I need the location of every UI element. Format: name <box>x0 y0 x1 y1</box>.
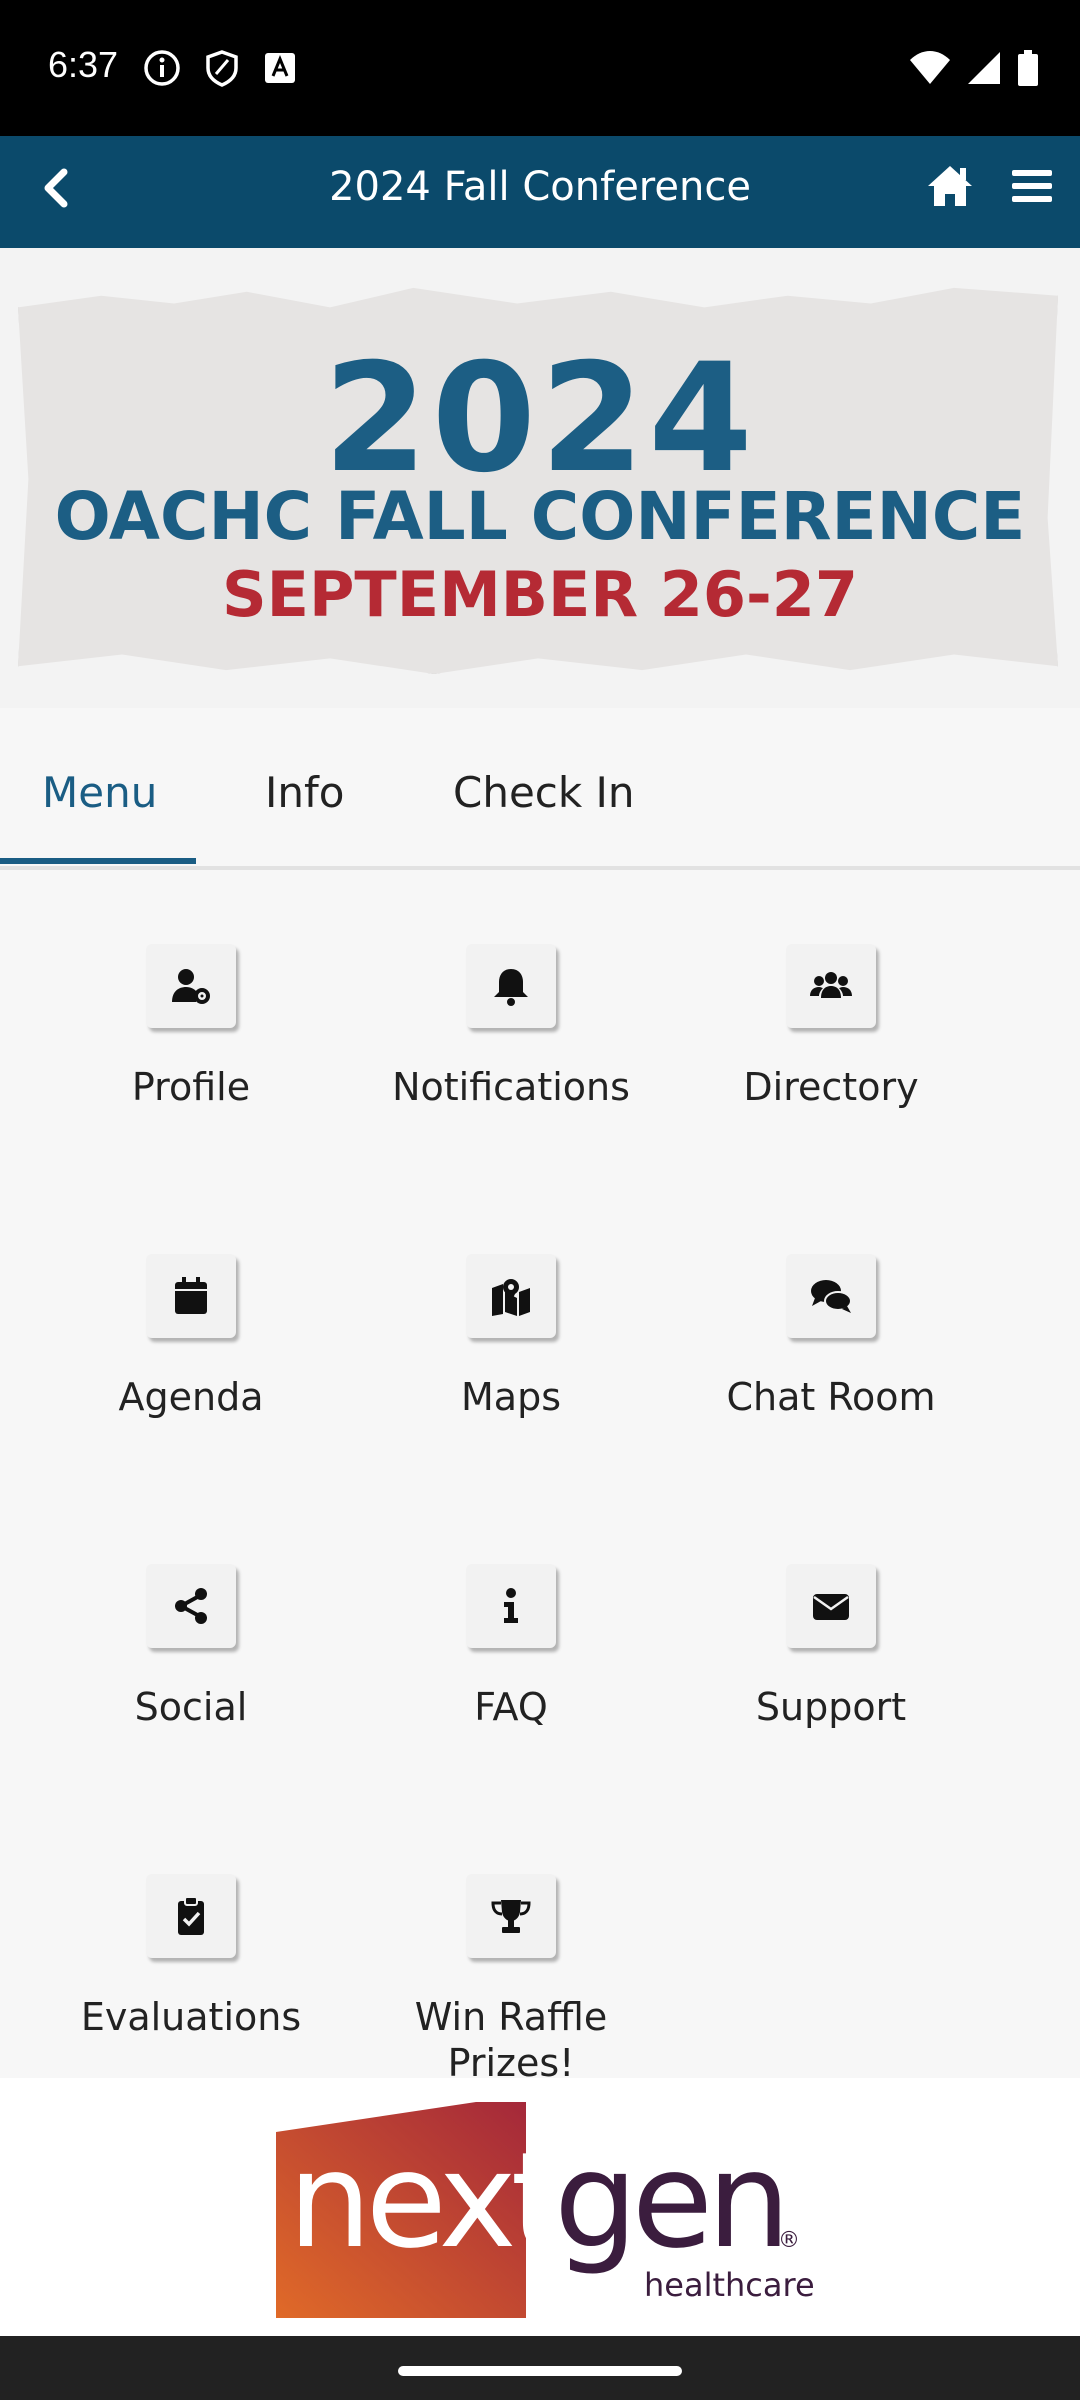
menu-tile-social[interactable]: Social <box>31 1490 351 1750</box>
menu-tile-win-raffle-prizes[interactable]: Win Raffle Prizes! <box>351 1800 671 2085</box>
font-icon <box>265 53 295 83</box>
shield-icon <box>206 50 238 87</box>
calendar-icon <box>146 1254 236 1338</box>
conference-banner: 2024 OACHC FALL CONFERENCE SEPTEMBER 26-… <box>0 248 1080 708</box>
menu-grid: Profile Notifications Directory Agenda M… <box>0 870 1080 2085</box>
status-icons-left <box>142 48 298 88</box>
sponsor-footer: next gen healthcare ® <box>0 2078 1080 2336</box>
tab-menu[interactable]: Menu <box>42 768 157 817</box>
envelope-icon <box>786 1564 876 1648</box>
menu-tile-faq[interactable]: FAQ <box>351 1490 671 1750</box>
app-bar: 2024 Fall Conference <box>0 136 1080 248</box>
hamburger-menu-icon[interactable] <box>1008 162 1056 210</box>
tab-info[interactable]: Info <box>265 768 345 817</box>
map-location-icon <box>466 1254 556 1338</box>
menu-tile-label: Social <box>134 1685 248 1729</box>
menu-tile-label: Profile <box>131 1065 251 1109</box>
page-title: 2024 Fall Conference <box>329 164 751 210</box>
logo-word-gen: gen <box>554 2124 791 2278</box>
tab-check-in[interactable]: Check In <box>453 768 635 817</box>
status-icons-right <box>908 48 1040 88</box>
menu-tile-label: Notifications <box>392 1065 630 1109</box>
menu-tile-maps[interactable]: Maps <box>351 1180 671 1440</box>
info-icon <box>466 1564 556 1648</box>
active-tab-indicator <box>0 858 196 864</box>
menu-tile-label: FAQ <box>474 1685 548 1729</box>
clipboard-check-icon <box>146 1874 236 1958</box>
banner-conference-name: OACHC FALL CONFERENCE <box>54 478 1026 555</box>
bell-icon <box>466 944 556 1028</box>
share-icon <box>146 1564 236 1648</box>
menu-tile-directory[interactable]: Directory <box>671 870 991 1130</box>
menu-tile-label: Evaluations <box>80 1995 302 2039</box>
menu-tile-label: Chat Room <box>726 1375 936 1419</box>
menu-tile-chat-room[interactable]: Chat Room <box>671 1180 991 1440</box>
logo-word-next: next <box>288 2124 562 2278</box>
menu-tile-evaluations[interactable]: Evaluations <box>31 1800 351 2070</box>
menu-tile-profile[interactable]: Profile <box>31 870 351 1130</box>
menu-tile-label: Agenda <box>118 1375 264 1419</box>
info-icon <box>144 50 180 86</box>
trophy-icon <box>466 1874 556 1958</box>
system-nav-bar <box>0 2336 1080 2400</box>
wifi-icon <box>910 51 950 84</box>
menu-tile-support[interactable]: Support <box>671 1490 991 1750</box>
menu-tile-label: Win Raffle Prizes! <box>414 1995 608 2085</box>
chat-bubbles-icon <box>786 1254 876 1338</box>
status-bar: 6:37 <box>0 0 1080 136</box>
logo-sub: healthcare <box>644 2266 815 2304</box>
home-icon[interactable] <box>924 160 976 212</box>
status-time: 6:37 <box>48 44 119 85</box>
user-gear-icon <box>146 944 236 1028</box>
menu-tile-label: Maps <box>461 1375 561 1419</box>
menu-tile-agenda[interactable]: Agenda <box>31 1180 351 1440</box>
menu-tile-notifications[interactable]: Notifications <box>351 870 671 1130</box>
battery-icon <box>1018 50 1038 86</box>
menu-tile-label: Support <box>755 1685 907 1729</box>
home-gesture-handle[interactable] <box>398 2366 682 2376</box>
banner-dates: SEPTEMBER 26-27 <box>221 558 858 631</box>
users-icon <box>786 944 876 1028</box>
signal-icon <box>968 52 1000 84</box>
tab-bar: Menu Info Check In <box>0 708 1080 870</box>
logo-registered-mark: ® <box>778 2228 800 2253</box>
menu-tile-label: Directory <box>743 1065 919 1109</box>
